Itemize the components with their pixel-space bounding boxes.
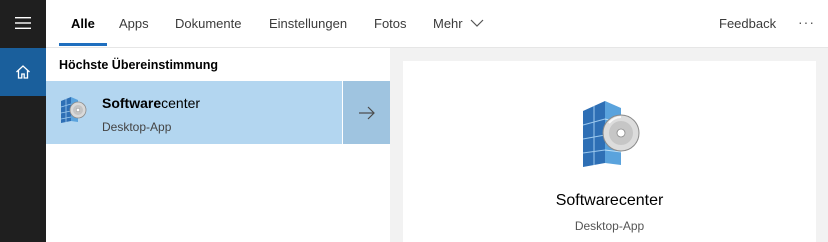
software-center-large-icon xyxy=(575,97,645,174)
tab-mehr[interactable]: Mehr xyxy=(433,0,484,46)
left-rail xyxy=(0,0,46,242)
best-match-type: Desktop-App xyxy=(102,120,172,134)
active-tab-indicator xyxy=(59,43,107,46)
tab-alle[interactable]: Alle xyxy=(71,0,95,46)
tab-apps[interactable]: Apps xyxy=(119,0,149,46)
tab-einstellungen[interactable]: Einstellungen xyxy=(269,0,347,46)
best-match-name-rest: center xyxy=(161,95,201,111)
more-options-icon: ··· xyxy=(798,14,815,30)
results-panel: Höchste Übereinstimmung Softwarecenter D… xyxy=(46,48,390,242)
feedback-button[interactable]: Feedback xyxy=(719,0,776,46)
hamburger-icon xyxy=(15,17,31,29)
tab-fotos-label: Fotos xyxy=(374,15,407,31)
arrow-right-icon xyxy=(358,106,375,119)
best-match-heading: Höchste Übereinstimmung xyxy=(59,58,219,72)
tab-dokumente[interactable]: Dokumente xyxy=(175,0,241,46)
feedback-label: Feedback xyxy=(719,15,777,31)
search-filter-bar: Alle Apps Dokumente Einstellungen Fotos … xyxy=(46,0,828,48)
home-icon xyxy=(16,65,30,79)
best-match-result[interactable]: Softwarecenter Desktop-App xyxy=(46,81,342,144)
preview-card: Softwarecenter Desktop-App xyxy=(403,61,816,242)
hamburger-menu-button[interactable] xyxy=(0,0,46,46)
best-match-name-highlight: Software xyxy=(102,95,162,111)
tab-dokumente-label: Dokumente xyxy=(175,15,242,31)
preview-app-type: Desktop-App xyxy=(574,219,645,233)
home-button[interactable] xyxy=(0,48,46,96)
tab-einstellungen-label: Einstellungen xyxy=(269,15,348,31)
preview-app-name: Softwarecenter xyxy=(555,192,664,209)
tab-apps-label: Apps xyxy=(119,15,149,31)
tab-fotos[interactable]: Fotos xyxy=(374,0,407,46)
tab-mehr-label: Mehr xyxy=(433,15,463,31)
tab-alle-label: Alle xyxy=(71,15,95,31)
preview-area: Softwarecenter Desktop-App xyxy=(390,48,828,242)
best-match-name: Softwarecenter xyxy=(102,95,200,111)
more-options-button[interactable]: ··· xyxy=(798,0,815,44)
chevron-down-icon xyxy=(470,19,484,27)
software-center-icon xyxy=(58,95,88,130)
open-details-button[interactable] xyxy=(343,81,390,144)
